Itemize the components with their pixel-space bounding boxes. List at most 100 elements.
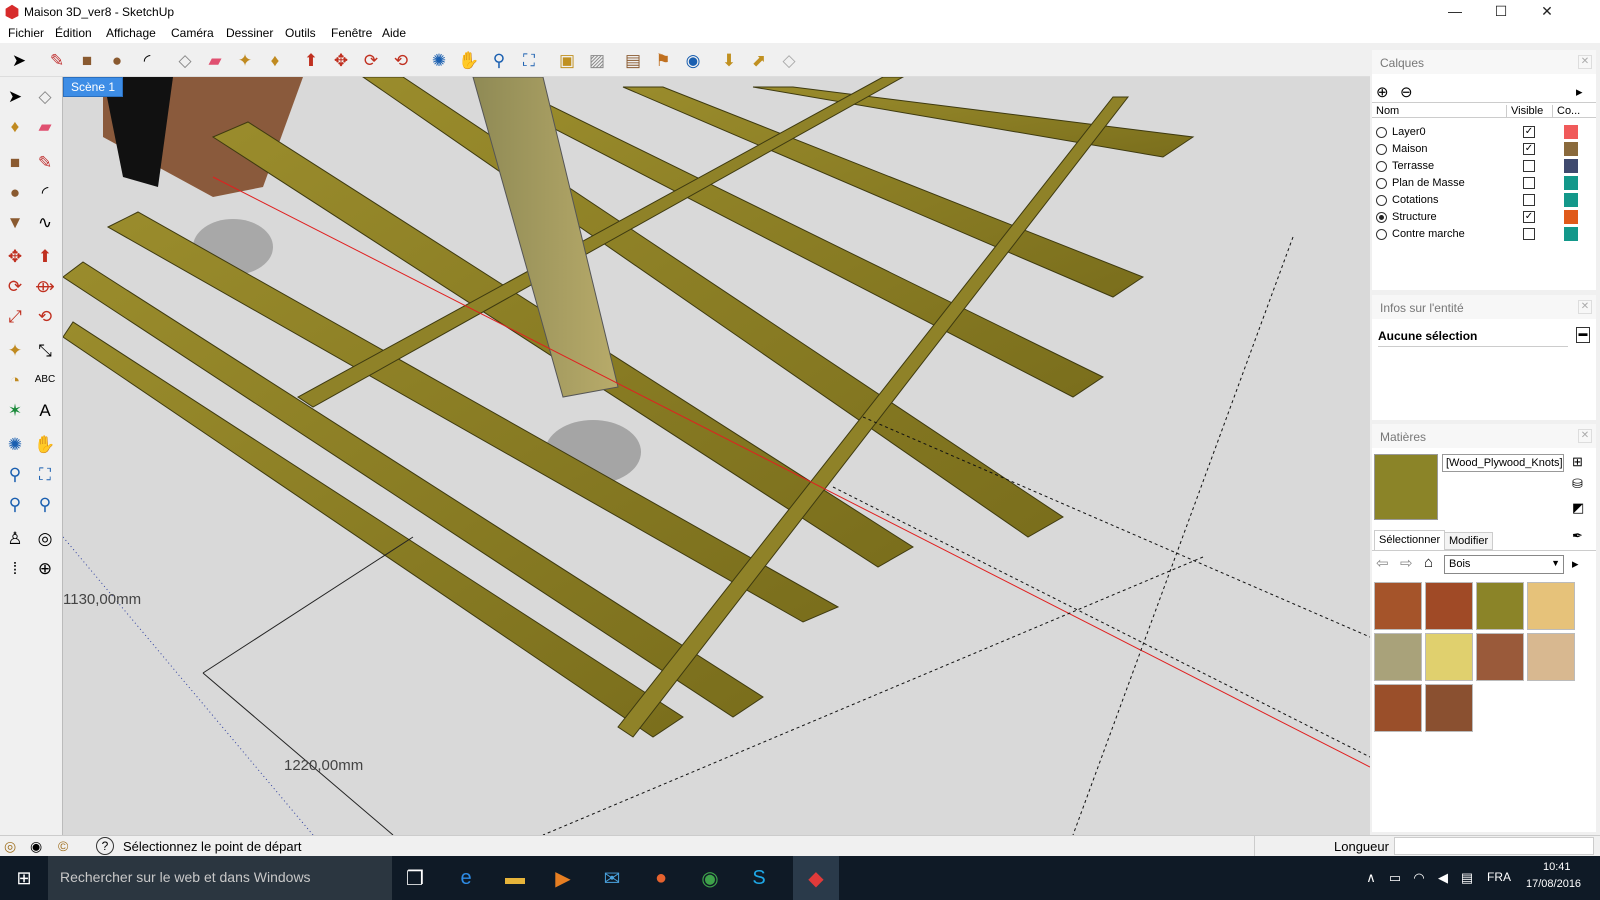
previous-view-icon[interactable]: ⚲ [2, 491, 28, 517]
offset-icon[interactable]: ⟲ [32, 303, 58, 329]
material-swatch[interactable] [1374, 633, 1422, 681]
menu-fenetre[interactable]: Fenêtre [331, 26, 372, 40]
menu-affichage[interactable]: Affichage [106, 26, 156, 40]
entity-info-title-bar[interactable]: Infos sur l'entité ✕ [1372, 295, 1596, 319]
task-view-icon[interactable]: ❐ [400, 863, 430, 893]
layer-row[interactable]: Maison ✓ [1372, 141, 1596, 158]
push-pull-icon[interactable]: ⬆ [298, 47, 324, 73]
pencil-icon[interactable]: ✎ [32, 149, 58, 175]
extension-warehouse-icon[interactable]: ⬇ [716, 47, 742, 73]
pushpull-icon[interactable]: ⬆ [32, 243, 58, 269]
layer-color-swatch[interactable] [1564, 210, 1578, 224]
layer-row[interactable]: Terrasse [1372, 158, 1596, 175]
back-arrow-icon[interactable]: ⇦ [1376, 554, 1389, 572]
edge-browser-icon[interactable]: e [451, 863, 481, 893]
material-swatch[interactable] [1374, 582, 1422, 630]
maximize-button[interactable]: ☐ [1478, 0, 1524, 22]
eraser-icon[interactable]: ▰ [32, 113, 58, 139]
zoom-window-icon[interactable]: ⛶ [32, 461, 58, 487]
menu-aide[interactable]: Aide [382, 26, 406, 40]
menu-dessiner[interactable]: Dessiner [226, 26, 273, 40]
layer-options-icon[interactable]: ▸ [1576, 84, 1583, 100]
close-button[interactable]: ✕ [1524, 0, 1570, 22]
material-swatch[interactable] [1527, 633, 1575, 681]
forward-arrow-icon[interactable]: ⇨ [1400, 554, 1413, 572]
rectangle-icon[interactable]: ■ [2, 149, 28, 175]
close-icon[interactable]: ✕ [1578, 300, 1592, 314]
notifications-icon[interactable]: ▤ [1452, 863, 1482, 893]
geolocation-icon[interactable]: ◎ [4, 838, 16, 855]
layer-visible-checkbox[interactable] [1523, 177, 1535, 189]
windows-start-icon[interactable]: ⊞ [9, 863, 39, 893]
menu-camera[interactable]: Caméra [171, 26, 214, 40]
orbit-tool-icon[interactable]: ✺ [426, 47, 452, 73]
tab-select[interactable]: Sélectionner [1374, 530, 1446, 550]
menu-fichier[interactable]: Fichier [8, 26, 44, 40]
scene-tab[interactable]: Scène 1 [63, 77, 124, 97]
skype-icon[interactable]: S [744, 863, 774, 893]
expand-icon[interactable]: ▬ [1576, 327, 1590, 343]
google-earth-icon[interactable]: ◉ [680, 47, 706, 73]
walk-icon[interactable]: ⁞ [2, 555, 28, 581]
material-swatch[interactable] [1425, 684, 1473, 732]
firefox-icon[interactable]: ● [646, 863, 676, 893]
menu-outils[interactable]: Outils [285, 26, 316, 40]
sign-in-icon[interactable]: © [58, 838, 68, 854]
sample-paint-icon[interactable]: ✒ [1572, 528, 1583, 544]
component-icon[interactable]: ◇ [32, 83, 58, 109]
text-tool-icon[interactable]: ABC [32, 367, 58, 393]
rotate-tool-icon[interactable]: ⟳ [358, 47, 384, 73]
protractor-icon[interactable]: ◔ [2, 367, 28, 393]
material-preview[interactable] [1374, 454, 1438, 520]
material-swatch[interactable] [1425, 582, 1473, 630]
layer-row[interactable]: Plan de Masse [1372, 175, 1596, 192]
close-icon[interactable]: ✕ [1578, 55, 1592, 69]
layer-color-swatch[interactable] [1564, 142, 1578, 156]
active-layer-radio[interactable] [1376, 144, 1387, 155]
language-indicator[interactable]: FRA [1487, 870, 1511, 884]
sketchup-taskbar-icon[interactable]: ◆ [793, 856, 839, 900]
tape-icon[interactable]: ✦ [2, 337, 28, 363]
3d-viewport[interactable]: 1130,00mm 1220,00mm [63, 77, 1370, 835]
arc-icon[interactable]: ◜ [32, 179, 58, 205]
move-icon[interactable]: ✥ [2, 243, 28, 269]
materials-title-bar[interactable]: Matières ✕ [1372, 424, 1596, 448]
circle-icon[interactable]: ● [2, 179, 28, 205]
material-swatch[interactable] [1476, 633, 1524, 681]
extension-manager-icon[interactable]: ⬈ [746, 47, 772, 73]
add-layer-icon[interactable]: ⊕ [1376, 83, 1389, 101]
home-icon[interactable]: ⌂ [1424, 554, 1433, 571]
column-name[interactable]: Nom [1376, 105, 1399, 117]
eraser-tool-icon[interactable]: ▰ [202, 47, 228, 73]
column-visible[interactable]: Visible [1506, 105, 1543, 117]
minimize-button[interactable]: — [1432, 0, 1478, 22]
active-layer-radio[interactable] [1376, 178, 1387, 189]
layout-icon[interactable]: ◇ [776, 47, 802, 73]
active-layer-radio[interactable] [1376, 195, 1387, 206]
paint-default-icon[interactable]: ⛁ [1572, 476, 1583, 492]
scale-icon[interactable]: ⤢ [2, 303, 28, 329]
material-swatch[interactable] [1425, 633, 1473, 681]
menu-edition[interactable]: Édition [55, 26, 92, 40]
material-name-field[interactable]: [Wood_Plywood_Knots] [1442, 454, 1564, 472]
warehouse-icon[interactable]: ▣ [554, 47, 580, 73]
zoom-extents-icon[interactable]: ⛶ [516, 47, 542, 73]
pan-tool-icon[interactable]: ✋ [456, 47, 482, 73]
paint-bucket-icon[interactable]: ♦ [262, 47, 288, 73]
get-models-icon[interactable]: ▤ [620, 47, 646, 73]
add-location-icon[interactable]: ⚑ [650, 47, 676, 73]
measurements-input[interactable] [1394, 837, 1594, 855]
circle-tool-icon[interactable]: ● [104, 47, 130, 73]
layer-color-swatch[interactable] [1564, 125, 1578, 139]
help-icon[interactable]: ? [96, 837, 114, 855]
material-swatch[interactable] [1374, 684, 1422, 732]
next-view-icon[interactable]: ⚲ [32, 491, 58, 517]
select-tool-icon[interactable]: ➤ [6, 47, 32, 73]
layer-visible-checkbox[interactable] [1523, 228, 1535, 240]
orbit-icon[interactable]: ✺ [2, 431, 28, 457]
polygon-icon[interactable]: ▼ [2, 209, 28, 235]
layer-color-swatch[interactable] [1564, 193, 1578, 207]
layer-color-swatch[interactable] [1564, 227, 1578, 241]
paint-icon[interactable]: ♦ [2, 113, 28, 139]
make-component-icon[interactable]: ◇ [172, 47, 198, 73]
